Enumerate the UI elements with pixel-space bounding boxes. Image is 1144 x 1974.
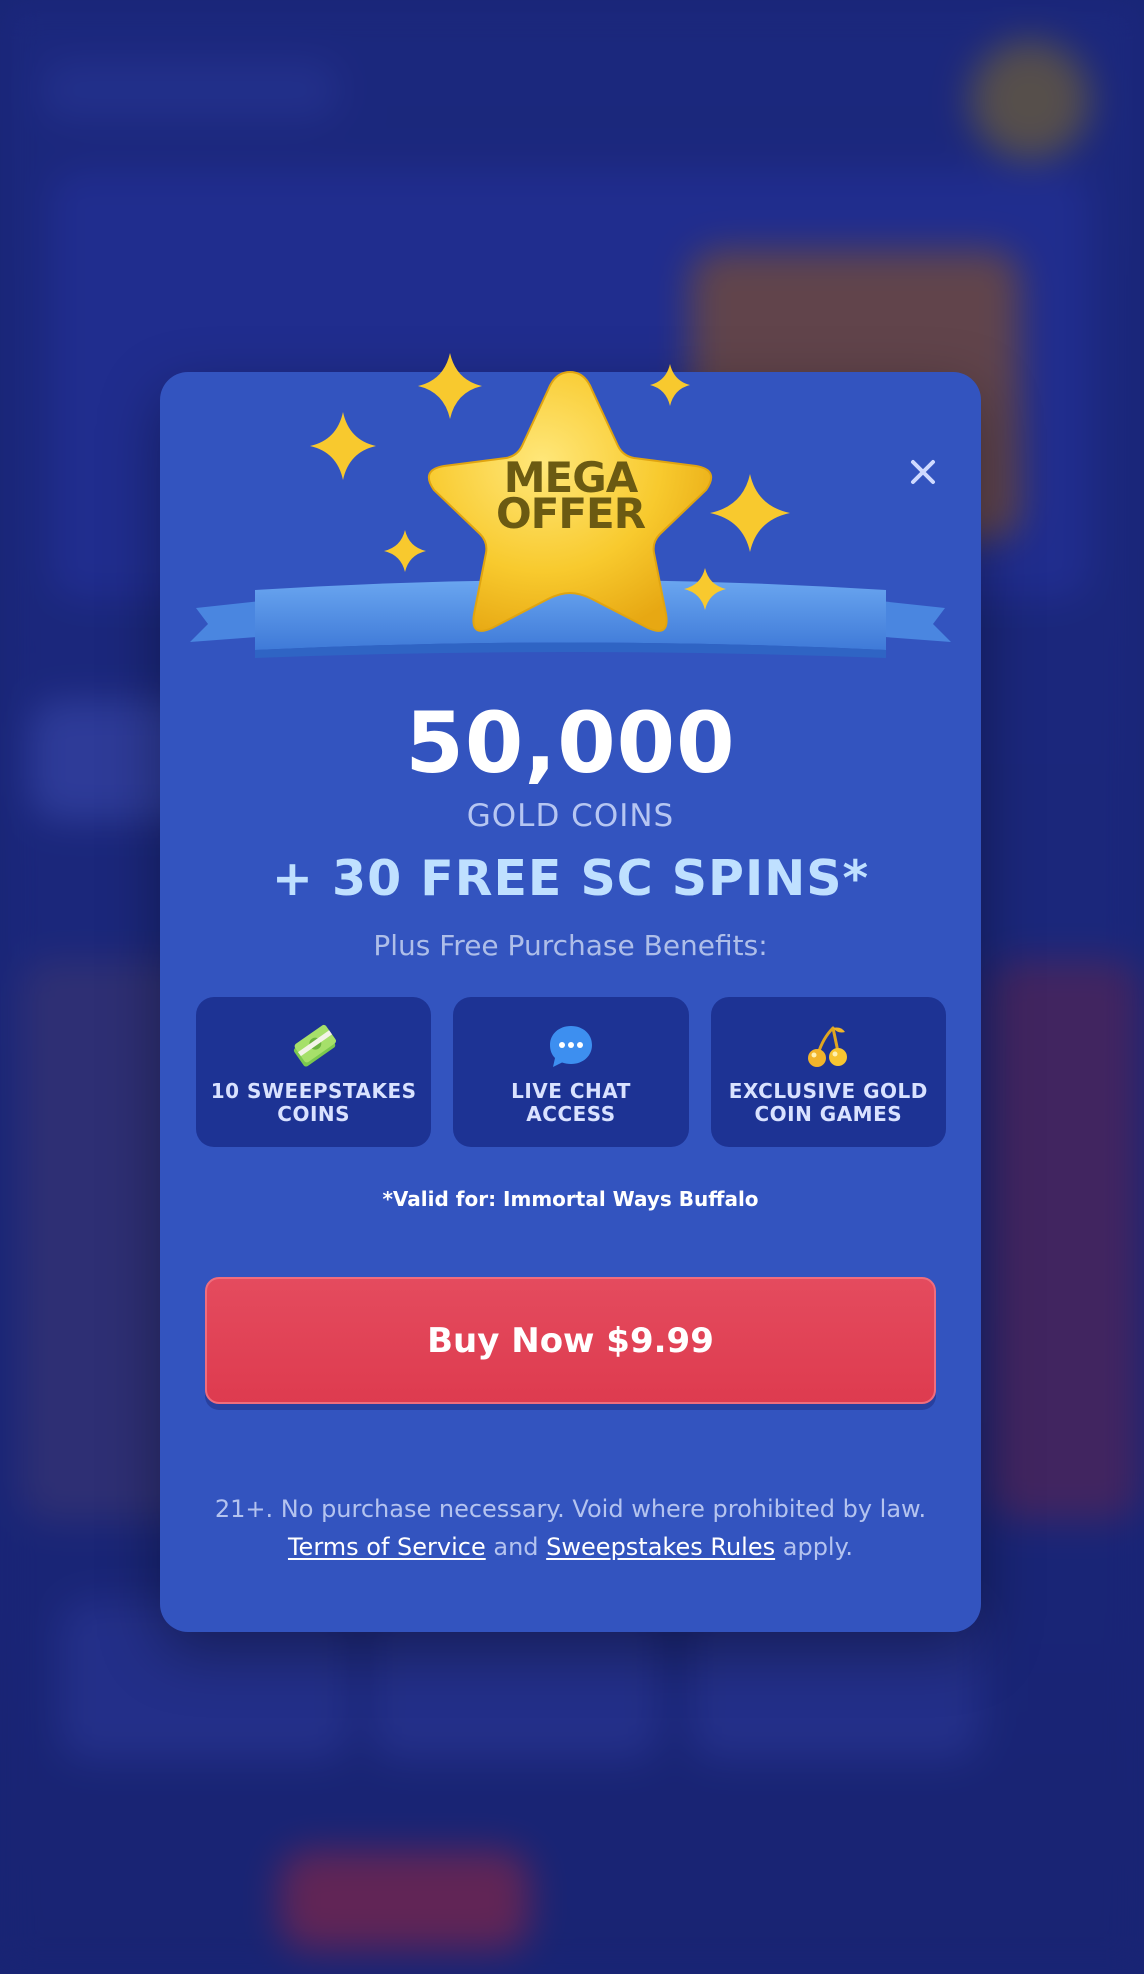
- buy-now-button[interactable]: Buy Now $9.99: [205, 1277, 936, 1404]
- mega-offer-modal: MEGA OFFER 50,000 GOLD COINS + 30 FREE S…: [160, 353, 981, 1632]
- mega-offer-title-line2: OFFER: [495, 489, 646, 538]
- legal-and-text: and: [493, 1533, 539, 1561]
- terms-of-service-link[interactable]: Terms of Service: [288, 1533, 486, 1561]
- mega-offer-title: MEGA OFFER: [160, 457, 981, 538]
- cash-icon: [293, 1024, 336, 1067]
- close-button[interactable]: [903, 452, 943, 492]
- benefit-sweepstakes-coins: 10 SWEEPSTAKES COINS: [196, 997, 432, 1147]
- free-spins-text: + 30 FREE SC SPINS*: [271, 850, 870, 907]
- legal-links-line: Terms of Service and Sweepstakes Rules a…: [160, 1528, 981, 1566]
- gold-coin-label: GOLD COINS: [466, 798, 675, 834]
- legal-line: 21+. No purchase necessary. Void where p…: [214, 1495, 927, 1523]
- sweepstakes-rules-link[interactable]: Sweepstakes Rules: [546, 1533, 775, 1561]
- legal-disclaimer: 21+. No purchase necessary. Void where p…: [160, 1490, 981, 1566]
- benefits-heading: Plus Free Purchase Benefits:: [373, 929, 768, 962]
- chat-bubble-icon: [549, 1026, 592, 1067]
- legal-apply-text: apply.: [782, 1533, 854, 1561]
- benefit-exclusive-games: EXCLUSIVE GOLD COIN GAMES: [710, 997, 946, 1147]
- benefit-label: EXCLUSIVE GOLD COIN GAMES: [728, 1079, 928, 1126]
- close-icon: [911, 460, 935, 484]
- benefit-live-chat: LIVE CHAT ACCESS: [453, 997, 689, 1147]
- gold-coin-amount: 50,000: [405, 694, 736, 792]
- benefit-label: LIVE CHAT ACCESS: [511, 1079, 631, 1126]
- cherry-icon: [808, 1026, 848, 1067]
- benefits-list: 10 SWEEPSTAKES COINS LIVE CHAT ACCESS EX…: [196, 997, 946, 1147]
- valid-for-text: *Valid for: Immortal Ways Buffalo: [382, 1187, 759, 1211]
- benefit-label: 10 SWEEPSTAKES COINS: [210, 1079, 417, 1126]
